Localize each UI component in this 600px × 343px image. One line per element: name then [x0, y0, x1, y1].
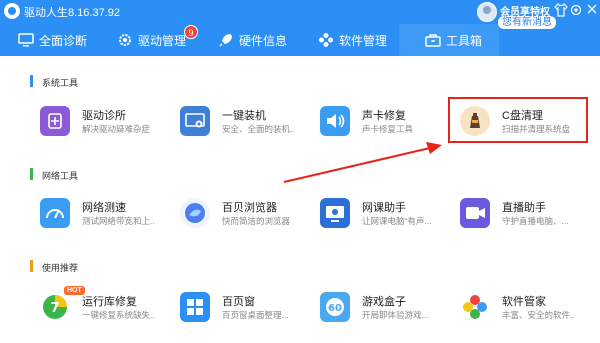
tool-desc: 开局即体验游戏... — [362, 310, 429, 320]
browser-icon — [180, 198, 210, 228]
svg-text:7: 7 — [50, 301, 59, 316]
section-title-system-tools: 系统工具 — [42, 78, 79, 88]
annotation-arrow — [283, 142, 442, 183]
desktop-organizer-icon — [180, 292, 210, 322]
tool-desc: 守护直播电脑、... — [502, 216, 569, 226]
app-logo-icon — [4, 3, 20, 19]
tool-name: 百贝浏览器 — [222, 202, 277, 214]
gear-icon — [117, 32, 133, 48]
tool-desc: 让网课电脑“有声... — [362, 216, 432, 226]
tool-runtime-repair[interactable]: 7 HOT 运行库修复 一键修复系统缺失... — [40, 286, 180, 332]
game-box-icon: 60 — [320, 292, 350, 322]
tab-label: 软件管理 — [339, 33, 388, 48]
apps-icon — [318, 32, 334, 48]
tool-desc: 快而简洁的浏览器 — [222, 216, 291, 226]
sound-card-icon — [320, 106, 350, 136]
tool-name: 百页窗 — [222, 296, 255, 308]
tab-toolbox[interactable]: 工具箱 — [399, 24, 499, 56]
tool-online-class-helper[interactable]: 网课助手 让网课电脑“有声... — [320, 198, 460, 238]
tool-software-manager[interactable]: 软件管家 丰富、安全的软件... — [460, 292, 600, 332]
tool-name: 声卡修复 — [362, 110, 406, 122]
window-title: 驱动人生8.16.37.92 — [24, 7, 120, 19]
tab-label: 驱动管理 — [138, 33, 187, 48]
section-marker — [30, 260, 33, 272]
tool-desc: 丰富、安全的软件... — [502, 310, 574, 320]
rocket-icon — [218, 32, 234, 48]
tool-driver-clinic[interactable]: 驱动诊所 解决驱动疑难杂症 — [40, 106, 180, 146]
section-marker — [30, 75, 33, 87]
tab-full-diagnosis[interactable]: 全面诊断 — [18, 24, 110, 56]
tool-name: 运行库修复 — [82, 296, 137, 308]
tool-baibei-browser[interactable]: 百贝浏览器 快而简洁的浏览器 — [180, 198, 320, 238]
tab-hardware-info[interactable]: 硬件信息 — [218, 24, 308, 56]
tab-label: 硬件信息 — [239, 33, 288, 48]
tab-label: 工具箱 — [446, 33, 483, 48]
section-title-recommended: 使用推荐 — [42, 263, 79, 273]
shirt-icon[interactable] — [553, 3, 569, 19]
highlight-box — [448, 97, 588, 143]
tool-name: 软件管家 — [502, 296, 546, 308]
tool-name: 驱动诊所 — [82, 110, 126, 122]
tool-live-stream-helper[interactable]: 直播助手 守护直播电脑、... — [460, 198, 600, 238]
software-manager-icon — [460, 292, 490, 322]
tool-desc: 安全、全面的装机... — [222, 124, 294, 134]
tool-name: 一键装机 — [222, 110, 266, 122]
section-title-network-tools: 网络工具 — [42, 171, 79, 181]
tool-desc: 解决驱动疑难杂症 — [82, 124, 151, 134]
tool-network-speed-test[interactable]: 网络测速 测试网络带宽和上... — [40, 198, 180, 238]
tool-desc: 一键修复系统缺失... — [82, 310, 154, 320]
monitor-icon — [18, 32, 34, 48]
tool-name: 网课助手 — [362, 202, 406, 214]
tool-desc: 声卡修复工具 — [362, 124, 414, 134]
section-marker — [30, 168, 33, 180]
runtime-repair-icon: 7 — [40, 292, 70, 322]
tool-game-box[interactable]: 60 游戏盒子 开局即体验游戏... — [320, 292, 460, 332]
notification-badge: 9 — [184, 25, 198, 39]
tool-baiye-window[interactable]: 百页窗 百页窗桌面整理... — [180, 292, 320, 332]
tab-label: 全面诊断 — [39, 33, 88, 48]
driver-clinic-icon — [40, 106, 70, 136]
tool-name: 网络测速 — [82, 202, 126, 214]
tool-desc: 百页窗桌面整理... — [222, 310, 289, 320]
tool-name: 游戏盒子 — [362, 296, 406, 308]
svg-text:60: 60 — [328, 303, 342, 314]
online-class-icon — [320, 198, 350, 228]
tool-name: 直播助手 — [502, 202, 546, 214]
toolbox-icon — [425, 32, 441, 48]
close-icon[interactable] — [584, 3, 600, 19]
tool-desc: 测试网络带宽和上... — [82, 216, 154, 226]
one-click-install-icon — [180, 106, 210, 136]
user-avatar[interactable] — [477, 2, 497, 22]
settings-icon[interactable] — [568, 3, 584, 19]
tab-software-management[interactable]: 软件管理 — [318, 24, 398, 56]
message-badge[interactable]: 您有新消息 — [498, 16, 556, 29]
speed-test-icon — [40, 198, 70, 228]
live-stream-icon — [460, 198, 490, 228]
